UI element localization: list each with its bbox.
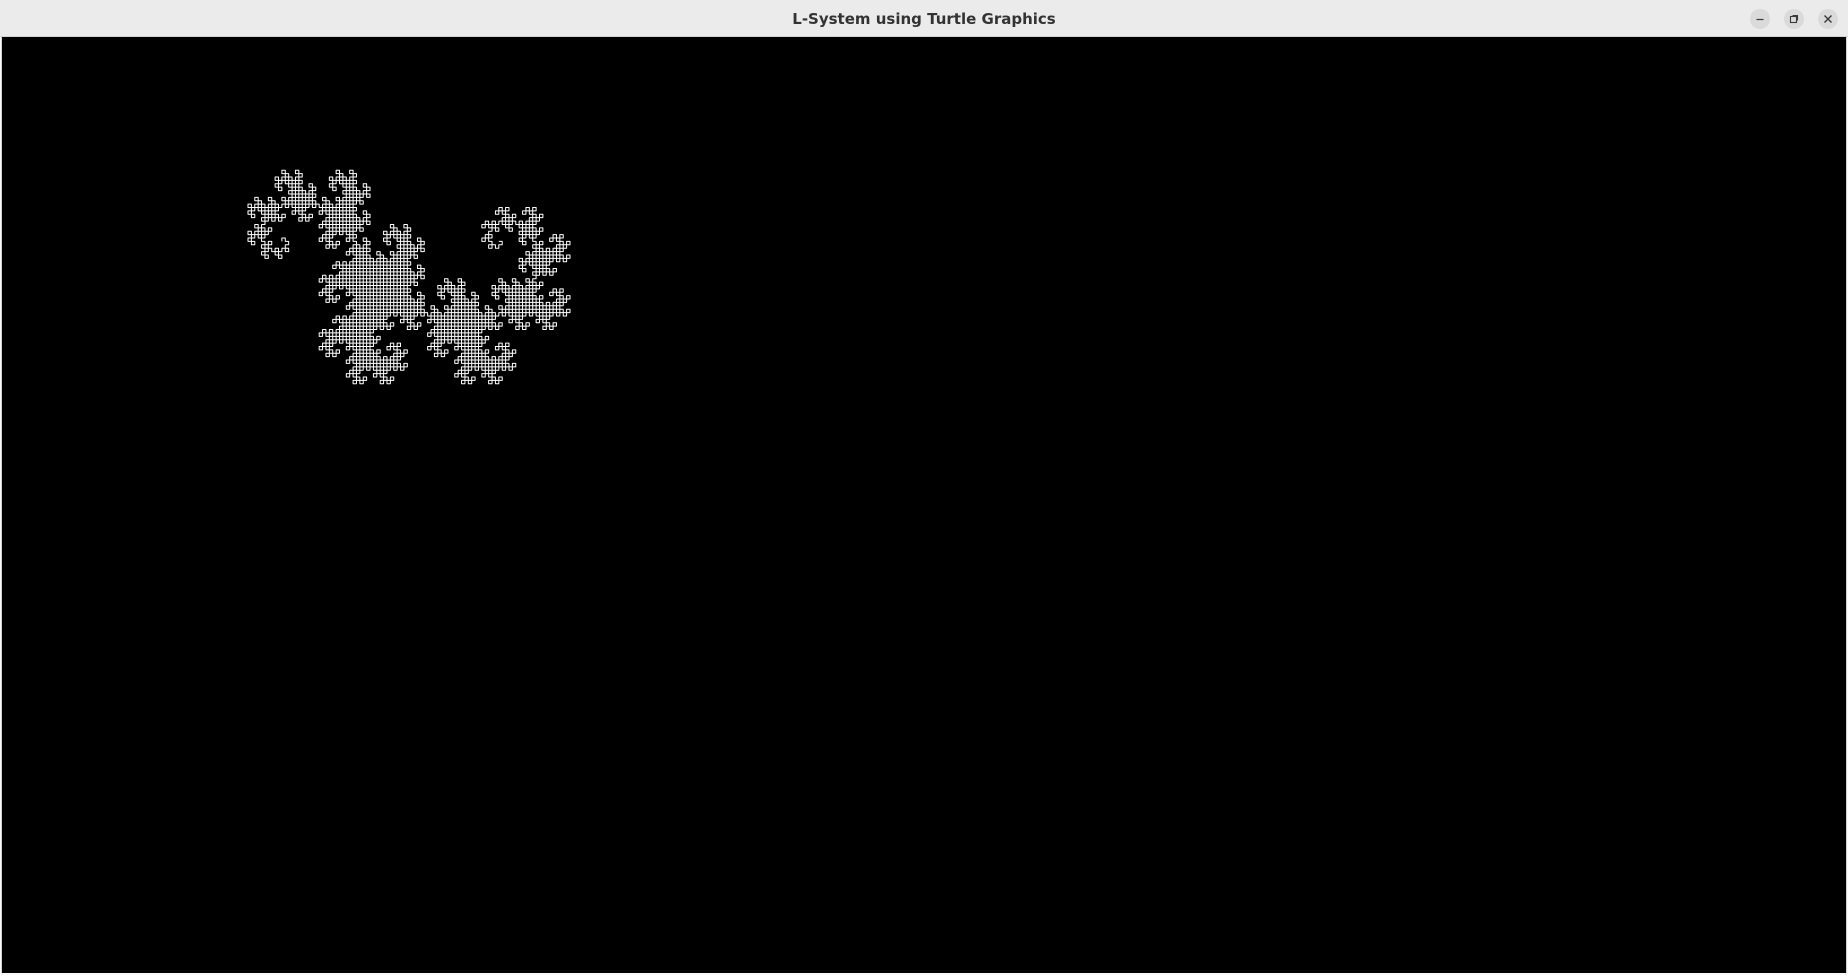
restore-button[interactable] [1784,9,1804,29]
window-title: L-System using Turtle Graphics [792,10,1056,28]
turtle-canvas[interactable] [1,37,1847,973]
minimize-button[interactable] [1750,9,1770,29]
dragon-curve-fractal [247,169,571,385]
restore-icon [1789,14,1799,24]
fractal-path [247,169,571,385]
minimize-icon [1756,18,1764,21]
app-window: L-System using Turtle Graphics [0,0,1848,975]
close-icon [1824,15,1832,23]
title-bar[interactable]: L-System using Turtle Graphics [0,0,1848,37]
close-button[interactable] [1818,9,1838,29]
